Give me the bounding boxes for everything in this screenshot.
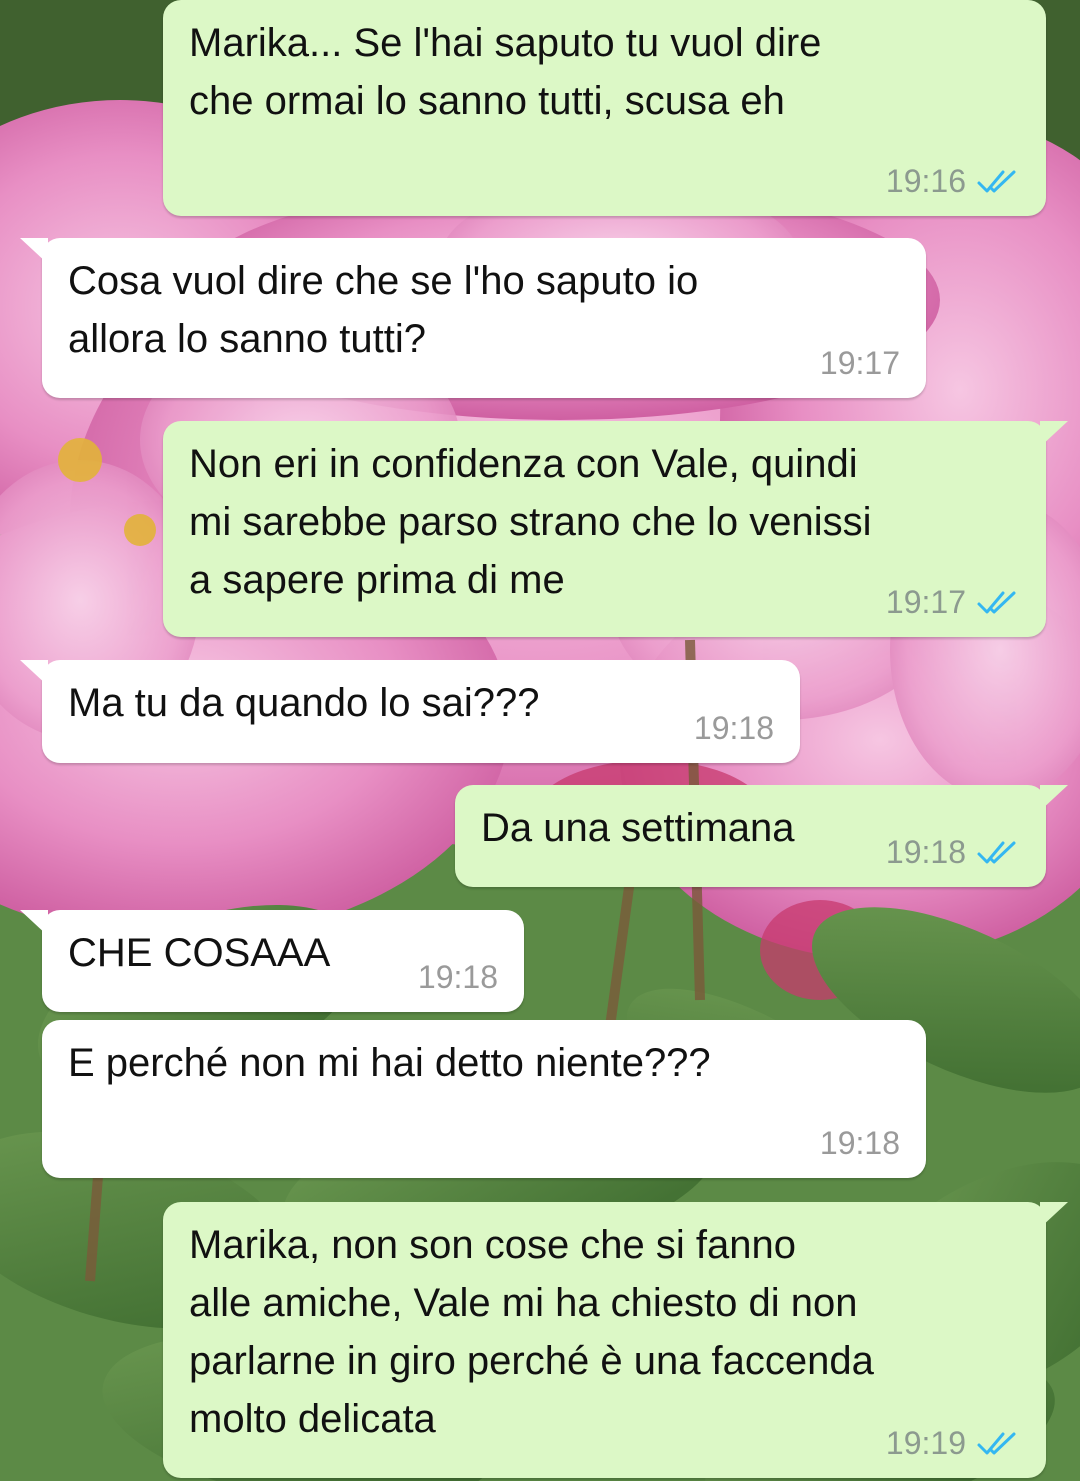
message-meta: 19:17 (820, 345, 900, 382)
message-meta: 19:18 (820, 1125, 900, 1162)
bubble-tail (20, 910, 48, 936)
message-meta: 19:18 (886, 834, 1020, 871)
bubble-tail (1040, 785, 1068, 811)
message-time: 19:18 (693, 710, 774, 746)
message-time: 19:17 (885, 584, 966, 620)
message-meta: 19:19 (886, 1425, 1020, 1462)
message-text: E perché non mi hai detto niente??? (68, 1041, 711, 1085)
message-time: 19:18 (885, 834, 966, 870)
message-time: 19:19 (885, 1425, 966, 1461)
message-time: 19:17 (819, 345, 900, 381)
message-text: CHE COSAAA (68, 931, 331, 975)
double-check-read-icon (977, 1432, 1016, 1454)
double-check-read-icon (977, 591, 1016, 613)
message-text: Ma tu da quando lo sai??? (68, 681, 540, 725)
message-time: 19:16 (885, 163, 966, 199)
outgoing-message-bubble[interactable]: Non eri in confidenza con Vale, quindi m… (163, 421, 1068, 637)
message-text: Cosa vuol dire che se l'ho saputo io all… (68, 259, 699, 361)
incoming-message-bubble[interactable]: Ma tu da quando lo sai??? 19:18 (20, 660, 800, 763)
message-text: Marika, non son cose che si fanno alle a… (189, 1223, 874, 1441)
message-meta: 19:16 (886, 163, 1020, 200)
message-time: 19:18 (417, 959, 498, 995)
message-meta: 19:18 (694, 710, 774, 747)
bubble-tail (1040, 421, 1068, 447)
incoming-message-bubble[interactable]: CHE COSAAA 19:18 (20, 910, 524, 1012)
bubble-tail (20, 660, 48, 686)
bubble-tail (20, 238, 48, 264)
double-check-read-icon (977, 170, 1016, 192)
double-check-read-icon (977, 841, 1016, 863)
outgoing-message-bubble[interactable]: Da una settimana 19:18 (455, 785, 1068, 887)
incoming-message-bubble[interactable]: Cosa vuol dire che se l'ho saputo io all… (20, 238, 926, 398)
message-time: 19:18 (819, 1125, 900, 1161)
message-text: Marika... Se l'hai saputo tu vuol dire c… (189, 21, 822, 123)
outgoing-message-bubble[interactable]: Marika, non son cose che si fanno alle a… (163, 1202, 1068, 1478)
incoming-message-bubble[interactable]: E perché non mi hai detto niente??? 19:1… (42, 1020, 926, 1178)
message-meta: 19:17 (886, 584, 1020, 621)
message-text: Da una settimana (481, 806, 795, 850)
bubble-tail (1040, 1202, 1068, 1228)
message-meta: 19:18 (418, 959, 498, 996)
outgoing-message-bubble[interactable]: Marika... Se l'hai saputo tu vuol dire c… (163, 0, 1046, 216)
message-text: Non eri in confidenza con Vale, quindi m… (189, 442, 872, 602)
